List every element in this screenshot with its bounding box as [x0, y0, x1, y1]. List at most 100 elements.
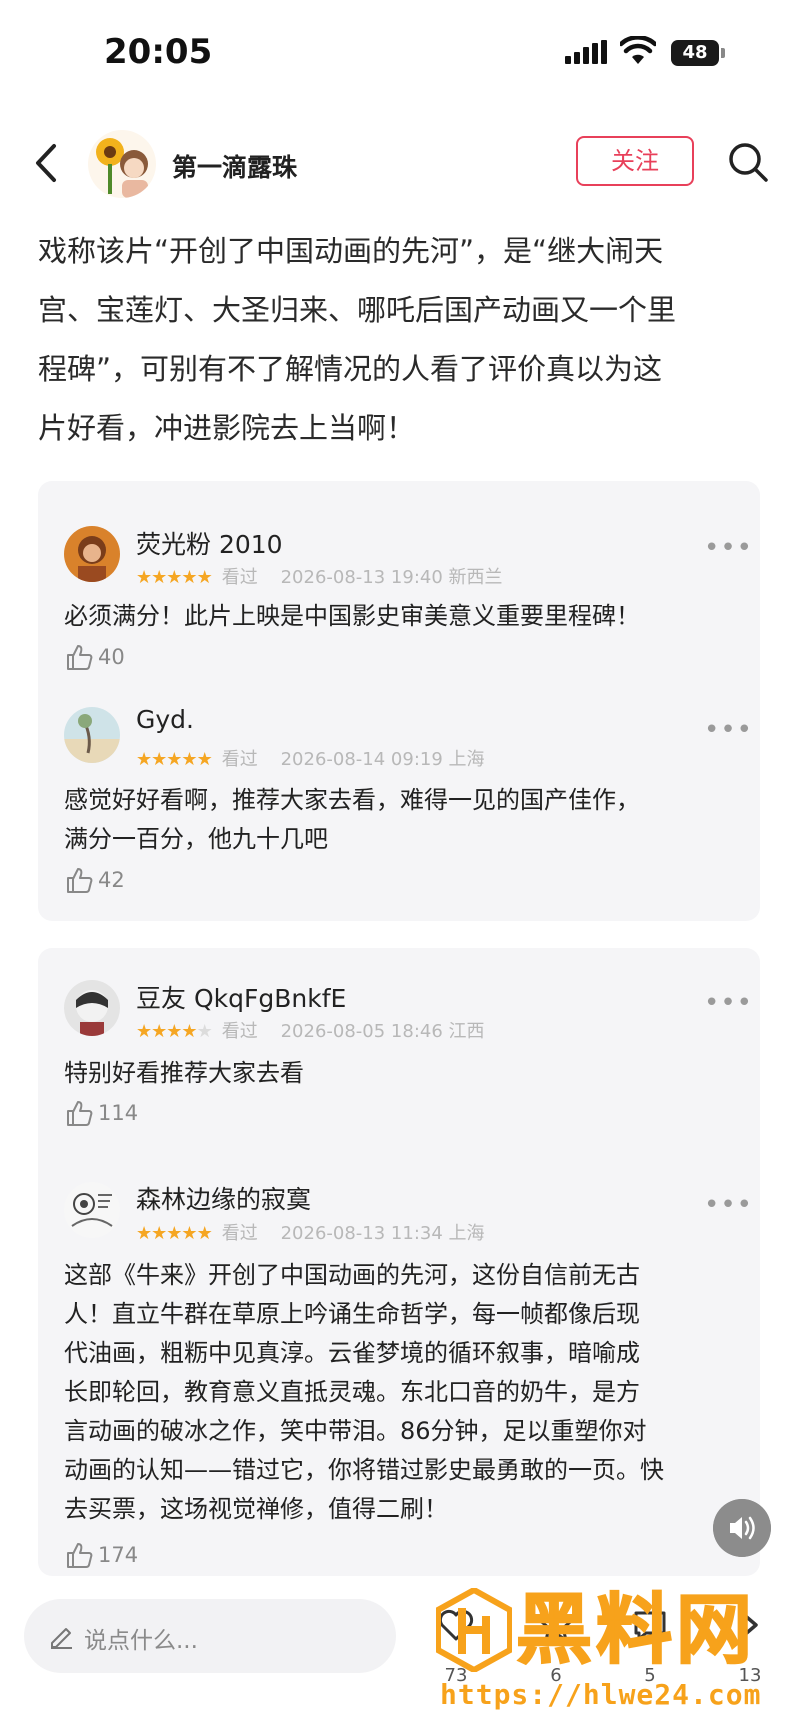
reviewer-avatar[interactable]: [64, 707, 120, 763]
star-filled-icon: ★: [181, 1021, 197, 1042]
more-icon[interactable]: •••: [704, 1190, 753, 1220]
review-meta: ★★★★★ 看过 2026-08-05 18:46 江西: [136, 1017, 485, 1043]
star-filled-icon: ★: [166, 749, 182, 770]
status-time: 20:05: [104, 32, 213, 72]
pencil-icon: [51, 1628, 72, 1649]
watermark-title: 黑料网: [515, 1585, 756, 1675]
review-line: 代油画，粗粝中见真淳。云雀梦境的循环叙事，暗喻成: [64, 1339, 640, 1367]
watch-status: 看过: [221, 567, 258, 588]
post-line: 戏称该片“开创了中国动画的先河”，是“继大闹天: [38, 234, 664, 268]
reviewer-name[interactable]: 森林边缘的寂寞: [136, 1180, 311, 1216]
star-filled-icon: ★: [166, 1223, 182, 1244]
review-text: 必须满分！此片上映是中国影史审美意义重要里程碑！: [64, 597, 744, 636]
watch-status: 看过: [221, 749, 258, 770]
like-button[interactable]: 42: [64, 865, 125, 895]
star-filled-icon: ★: [136, 567, 152, 588]
author-name[interactable]: 第一滴露珠: [172, 148, 297, 184]
status-bar: 20:05 48: [0, 0, 800, 110]
rating-stars: ★★★★★: [136, 749, 213, 770]
like-count: 114: [98, 1101, 139, 1125]
review-line: 动画的认知——错过它，你将错过影史最勇敢的一页。快: [64, 1456, 664, 1484]
battery-icon: 48: [671, 40, 719, 66]
reviewer-name[interactable]: 荧光粉 2010: [136, 525, 283, 561]
speaker-icon[interactable]: [713, 1499, 771, 1557]
star-filled-icon: ★: [166, 1021, 182, 1042]
like-button[interactable]: 40: [64, 642, 125, 672]
more-icon[interactable]: •••: [704, 988, 753, 1018]
back-icon[interactable]: [28, 138, 68, 188]
rating-stars: ★★★★★: [136, 1021, 213, 1042]
watermark: 黑料网 https://hlwe24.com: [436, 1585, 796, 1711]
star-filled-icon: ★: [196, 1223, 213, 1244]
post-text: 戏称该片“开创了中国动画的先河”，是“继大闹天 宫、宝莲灯、大圣归来、哪吒后国产…: [38, 222, 768, 458]
thumbs-up-icon: [67, 1101, 93, 1126]
like-count: 40: [98, 645, 125, 669]
more-icon[interactable]: •••: [704, 533, 753, 563]
star-filled-icon: ★: [166, 567, 182, 588]
review-line: 必须满分！此片上映是中国影史审美意义重要里程碑！: [64, 602, 640, 630]
star-filled-icon: ★: [151, 1223, 167, 1244]
review-line: 特别好看推荐大家去看: [64, 1059, 304, 1087]
like-count: 174: [98, 1543, 139, 1567]
more-icon[interactable]: •••: [704, 715, 753, 745]
rating-stars: ★★★★★: [136, 567, 213, 588]
star-filled-icon: ★: [151, 1021, 167, 1042]
watermark-logo-icon: [436, 1588, 512, 1672]
top-nav: 第一滴露珠 关注: [0, 120, 800, 210]
review-meta: ★★★★★ 看过 2026-08-13 19:40 新西兰: [136, 563, 503, 589]
watch-status: 看过: [221, 1021, 258, 1042]
review-text: 特别好看推荐大家去看: [64, 1054, 744, 1093]
thumbs-up-icon: [67, 868, 93, 893]
watermark-url: https://hlwe24.com: [440, 1678, 762, 1711]
reviewer-avatar[interactable]: [64, 980, 120, 1036]
follow-button[interactable]: 关注: [576, 136, 694, 186]
thumbs-up-icon: [67, 1543, 93, 1568]
comment-input[interactable]: 说点什么...: [24, 1599, 396, 1673]
post-line: 程碑”，可别有不了解情况的人看了评价真以为这: [38, 352, 663, 386]
post-line: 片好看，冲进影院去上当啊！: [38, 411, 416, 445]
review-card: 荧光粉 2010 ★★★★★ 看过 2026-08-13 19:40 新西兰 ••…: [38, 481, 760, 921]
review-location: 新西兰: [448, 567, 503, 588]
review-meta: ★★★★★ 看过 2026-08-13 11:34 上海: [136, 1219, 485, 1245]
star-filled-icon: ★: [136, 1021, 152, 1042]
comment-placeholder: 说点什么...: [84, 1628, 198, 1654]
review-text: 这部《牛来》开创了中国动画的先河，这份自信前无古 人！直立牛群在草原上吟诵生命哲…: [64, 1256, 744, 1529]
review-line: 这部《牛来》开创了中国动画的先河，这份自信前无古: [64, 1261, 640, 1289]
reviewer-avatar[interactable]: [64, 1182, 120, 1238]
review-text: 感觉好好看啊，推荐大家去看，难得一见的国产佳作， 满分一百分，他九十几吧: [64, 781, 744, 859]
review-line: 满分一百分，他九十几吧: [64, 825, 328, 853]
reviewer-name[interactable]: 豆友 QkqFgBnkfE: [136, 979, 346, 1015]
like-count: 42: [98, 868, 125, 892]
post-line: 宫、宝莲灯、大圣归来、哪吒后国产动画又一个里: [38, 293, 677, 327]
star-filled-icon: ★: [181, 1223, 197, 1244]
author-avatar[interactable]: [88, 130, 156, 198]
star-filled-icon: ★: [136, 1223, 152, 1244]
wifi-icon: [620, 36, 656, 64]
star-filled-icon: ★: [151, 749, 167, 770]
search-icon[interactable]: [726, 140, 770, 184]
reviewer-name[interactable]: Gyd.: [136, 705, 194, 734]
review-time: 2026-08-05 18:46: [280, 1021, 443, 1042]
review-meta: ★★★★★ 看过 2026-08-14 09:19 上海: [136, 745, 485, 771]
review-line: 长即轮回，教育意义直抵灵魂。东北口音的奶牛，是方: [64, 1378, 640, 1406]
battery-nub: [721, 48, 725, 58]
review-card: 豆友 QkqFgBnkfE ★★★★★ 看过 2026-08-05 18:46 江…: [38, 948, 760, 1576]
review-location: 江西: [448, 1021, 485, 1042]
like-button[interactable]: 174: [64, 1540, 138, 1570]
star-filled-icon: ★: [136, 749, 152, 770]
review-line: 人！直立牛群在草原上吟诵生命哲学，每一帧都像后现: [64, 1300, 640, 1328]
star-filled-icon: ★: [181, 567, 197, 588]
review-location: 上海: [448, 1223, 485, 1244]
star-filled-icon: ★: [151, 567, 167, 588]
review-time: 2026-08-14 09:19: [280, 749, 443, 770]
reviewer-avatar[interactable]: [64, 526, 120, 582]
review-location: 上海: [448, 749, 485, 770]
review-time: 2026-08-13 19:40: [280, 567, 443, 588]
review-line: 感觉好好看啊，推荐大家去看，难得一见的国产佳作，: [64, 786, 640, 814]
star-filled-icon: ★: [196, 749, 213, 770]
rating-stars: ★★★★★: [136, 1223, 213, 1244]
star-filled-icon: ★: [196, 567, 213, 588]
watch-status: 看过: [221, 1223, 258, 1244]
like-button[interactable]: 114: [64, 1098, 138, 1128]
star-empty-icon: ★: [196, 1021, 213, 1042]
